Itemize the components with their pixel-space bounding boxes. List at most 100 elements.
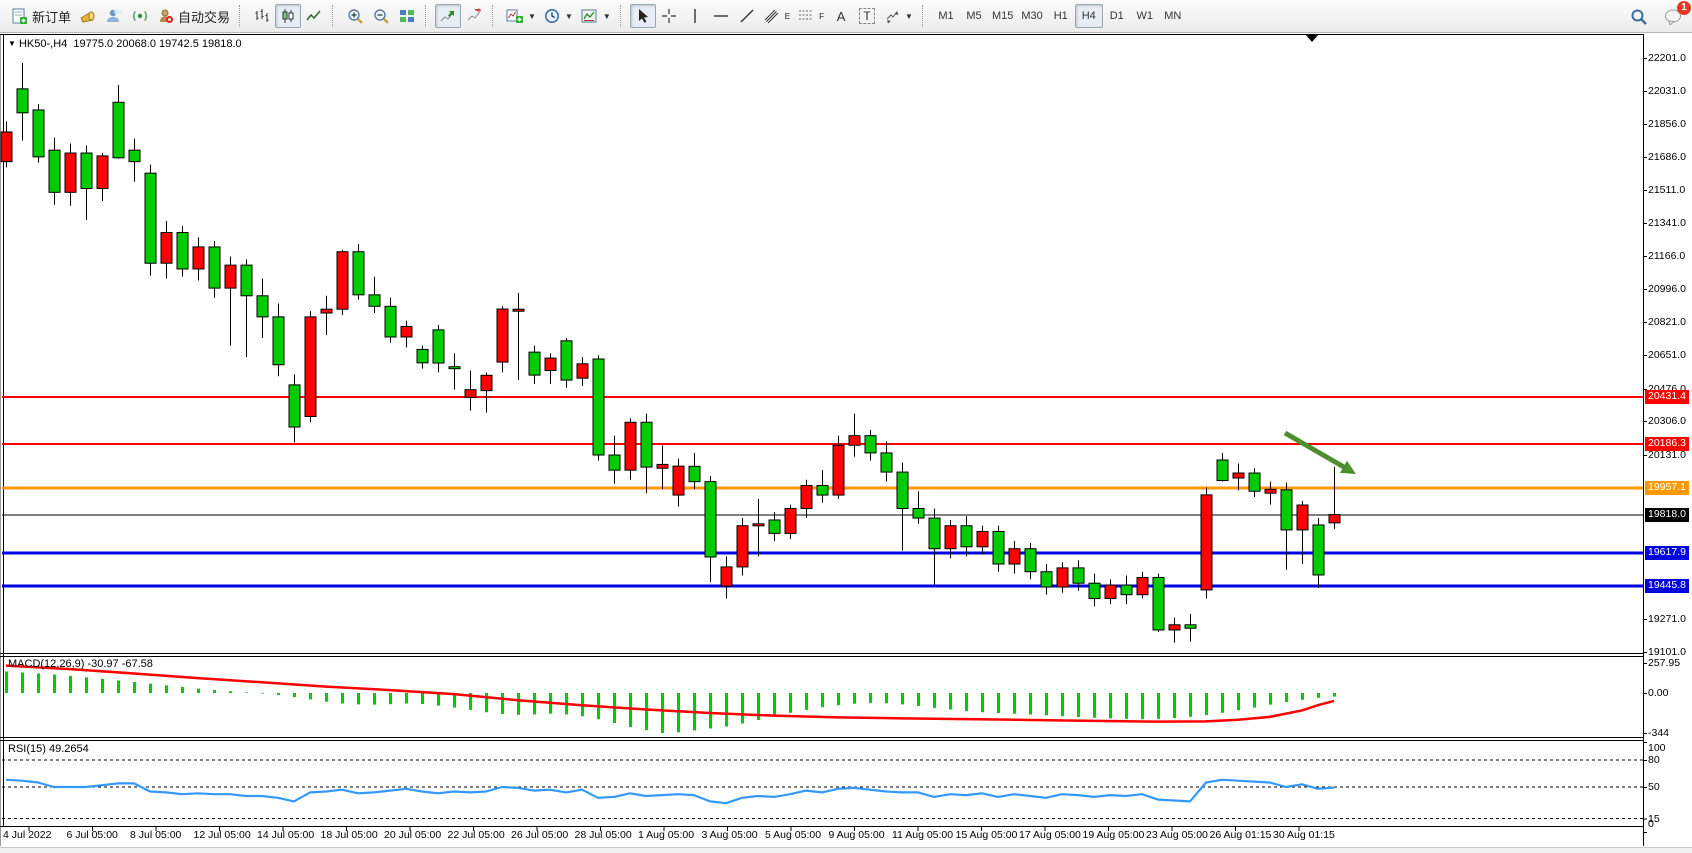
timeframe-h1-button[interactable]: H1 [1047,4,1075,28]
timeframe-w1-button[interactable]: W1 [1131,4,1159,28]
candle-body [865,436,876,453]
fibonacci-icon [798,8,815,24]
candle-body [321,309,332,313]
candle-body [49,150,60,192]
timeframe-d1-button[interactable]: D1 [1103,4,1131,28]
date-tick-label: 8 Jul 05:00 [130,829,181,841]
timeframe-m30-button[interactable]: M30 [1017,4,1046,28]
line-chart-button[interactable] [301,4,327,28]
chart-canvas[interactable] [0,0,1692,853]
candle-body [17,89,28,113]
candle-body [1153,577,1164,630]
candle-body [1233,473,1244,478]
candle-body [257,296,268,317]
rsi-tick-80: 80 [1648,754,1660,766]
candle-body [289,385,300,427]
chart-title: ▼ HK50-,H4 19775.0 20068.0 19742.5 19818… [8,38,242,50]
candle-body [273,317,284,365]
fibonacci-button[interactable]: F [794,4,828,28]
arrows-button[interactable]: ▼ [880,4,917,28]
periods-button[interactable]: ▼ [540,4,577,28]
candle-body [353,252,364,295]
tile-windows-button[interactable] [394,4,420,28]
candlestick-chart-button[interactable] [275,4,301,28]
chart-ohlc-values: 19775.0 20068.0 19742.5 19818.0 [73,38,241,50]
zoom-out-button[interactable] [368,4,394,28]
zoom-in-button[interactable] [342,4,368,28]
notifications-button[interactable]: 1 [1660,5,1686,29]
timeframe-h4-button[interactable]: H4 [1075,4,1103,28]
price-tick-19271: 19271.0 [1648,613,1686,625]
new-order-button[interactable]: 新订单 [7,4,75,28]
candle-body [81,153,92,188]
timeframe-m1-button[interactable]: M1 [932,4,960,28]
candle-body [769,520,780,533]
chart-shift-button[interactable] [461,4,487,28]
clock-icon [544,8,560,24]
date-tick-label: 3 Aug 05:00 [702,829,758,841]
candle-body [1265,489,1276,493]
candle-body [673,466,684,495]
date-tick-label: 30 Aug 01:15 [1273,829,1335,841]
cursor-button[interactable] [630,4,656,28]
candle-body [1201,495,1212,590]
zoom-group [339,0,423,33]
timeframe-mn-button[interactable]: MN [1159,4,1187,28]
candle-body [737,526,748,567]
cursor-icon [636,8,650,24]
candle-body [801,485,812,508]
candle-body [721,567,732,586]
chart-type-group [246,0,330,33]
timeframe-m15-button[interactable]: M15 [988,4,1017,28]
chart-collapse-marker[interactable]: ▼ [8,39,16,48]
date-tick-label: 28 Jul 05:00 [575,829,632,841]
search-button[interactable] [1626,5,1652,29]
indicators-button[interactable]: ▼ [502,4,540,28]
date-tick-label: 22 Jul 05:00 [448,829,505,841]
new-order-label: 新订单 [32,7,71,26]
date-tick-label: 15 Aug 05:00 [956,829,1018,841]
candle-body [897,472,908,508]
trendline-button[interactable] [734,4,760,28]
price-line-label-19957.1: 19957.1 [1645,481,1689,495]
timeframe-m5-button[interactable]: M5 [960,4,988,28]
broadcast-icon [131,8,149,24]
candle-body [337,252,348,309]
autotrade-button[interactable]: 自动交易 [153,4,234,28]
horn-button[interactable] [75,4,101,28]
date-tick-label: 5 Aug 05:00 [765,829,821,841]
price-tick-20821: 20821.0 [1648,316,1686,328]
rsi-tick-0: 0 [1648,818,1654,830]
new-order-icon [11,8,28,25]
candle-body [705,482,716,557]
bar-chart-button[interactable] [249,4,275,28]
zoom-out-icon [373,8,390,25]
chart-symbol-period: HK50-,H4 [19,38,67,50]
equidistant-channel-button[interactable]: E [760,4,794,28]
date-tick-label: 26 Jul 05:00 [511,829,568,841]
auto-scroll-button[interactable] [435,4,461,28]
date-tick-label: 17 Aug 05:00 [1019,829,1081,841]
horizontal-line-button[interactable] [708,4,734,28]
candle-body [369,295,380,306]
rsi-tick-100: 100 [1648,742,1666,754]
templates-button[interactable]: ▼ [577,4,615,28]
rsi-tick-50: 50 [1648,781,1660,793]
candle-body [641,422,652,467]
candle-body [561,341,572,380]
candle-body [577,364,588,378]
auto-scroll-icon [440,8,456,24]
text-button[interactable]: A [828,4,854,28]
trade-group: 新订单 [4,0,237,33]
crosshair-button[interactable] [656,4,682,28]
broadcast-button[interactable] [127,4,153,28]
candle-body [129,150,140,161]
crosshair-icon [661,8,677,24]
candle-body [817,485,828,495]
candle-body [113,102,124,158]
community-button[interactable] [101,4,127,28]
candle-body [209,247,220,288]
notification-badge: 1 [1677,1,1691,15]
text-label-button[interactable]: T [854,4,880,28]
vertical-line-button[interactable] [682,4,708,28]
